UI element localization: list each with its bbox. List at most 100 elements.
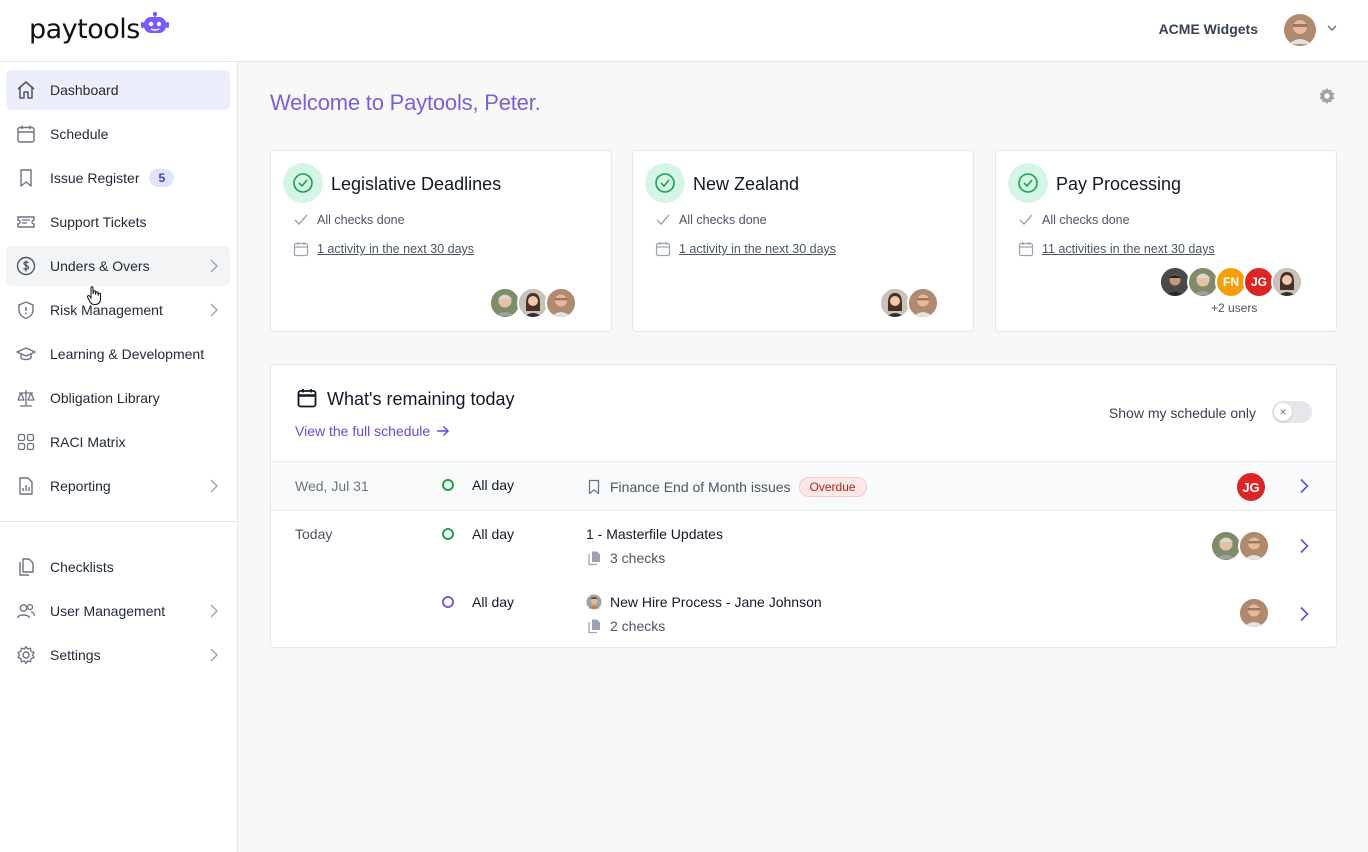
row-title-text: 1 - Masterfile Updates (586, 526, 723, 542)
sidebar-item-raci-matrix[interactable]: RACI Matrix (6, 422, 230, 462)
sidebar-item-label: User Management (50, 603, 166, 619)
check-circle-icon (1008, 163, 1048, 203)
row-title[interactable]: 1 - Masterfile Updates (586, 526, 723, 542)
avatar (1271, 266, 1303, 298)
card-status: All checks done (1018, 213, 1130, 227)
issue-count-badge: 5 (149, 169, 175, 187)
card-title: Pay Processing (1056, 174, 1182, 194)
chevron-right-icon[interactable] (1298, 606, 1310, 622)
view-full-schedule-link[interactable]: View the full schedule (295, 423, 450, 439)
card-new-zealand[interactable]: New Zealand All checks done 1 activity i… (632, 150, 974, 332)
dollar-circle-icon (16, 256, 36, 276)
activity-link[interactable]: 11 activities in the next 30 days (1042, 242, 1215, 256)
row-title-text: Finance End of Month issues (610, 479, 791, 495)
robot-logo-icon (141, 11, 169, 33)
sidebar: Dashboard Schedule Issue Register 5 Supp… (0, 62, 238, 852)
avatar-initials: JG (1235, 471, 1267, 503)
status-text: All checks done (317, 213, 405, 227)
chevron-right-icon (210, 648, 218, 662)
sidebar-item-label: Learning & Development (50, 346, 205, 362)
sidebar-item-user-management[interactable]: User Management (6, 591, 230, 631)
card-title: New Zealand (693, 174, 800, 194)
bookmark-icon (588, 479, 600, 495)
sidebar-item-schedule[interactable]: Schedule (6, 114, 230, 154)
paytools-logo[interactable]: paytools (29, 11, 169, 45)
extra-users-count[interactable]: +2 users (1211, 301, 1257, 315)
sidebar-item-obligation-library[interactable]: Obligation Library (6, 378, 230, 418)
top-bar: paytools ACME Widgets (0, 0, 1368, 62)
scales-icon (16, 388, 36, 408)
assignee-avatars (489, 287, 577, 319)
status-text: All checks done (679, 213, 767, 227)
chevron-right-icon[interactable] (1298, 478, 1310, 494)
card-pay-processing[interactable]: Pay Processing All checks done 11 activi… (995, 150, 1337, 332)
sidebar-item-learning-development[interactable]: Learning & Development (6, 334, 230, 374)
ticket-icon (16, 212, 36, 232)
sidebar-item-reporting[interactable]: Reporting (6, 466, 230, 506)
chevron-right-icon[interactable] (1298, 538, 1310, 554)
status-dot (442, 479, 454, 491)
sidebar-item-dashboard[interactable]: Dashboard (6, 70, 230, 110)
checkmark-icon (1019, 214, 1033, 226)
sidebar-item-label: Dashboard (50, 82, 119, 98)
arrow-right-icon (437, 425, 450, 437)
link-label: View the full schedule (295, 423, 431, 439)
documents-icon (588, 619, 600, 634)
hand-cursor-icon (86, 286, 101, 305)
sidebar-item-label: Unders & Overs (50, 258, 150, 274)
sidebar-item-label: Obligation Library (50, 390, 160, 406)
card-activity: 1 activity in the next 30 days (293, 241, 474, 257)
chevron-right-icon (210, 303, 218, 317)
check-circle-icon (645, 163, 685, 203)
card-title: Legislative Deadlines (331, 174, 502, 194)
sidebar-item-label: Support Tickets (50, 214, 147, 230)
toggle-label: Show my schedule only (1108, 405, 1256, 421)
row-checks: 3 checks (586, 550, 665, 566)
my-schedule-toggle[interactable]: ✕ (1272, 401, 1312, 423)
calendar-icon (297, 389, 317, 408)
card-legislative-deadlines[interactable]: Legislative Deadlines All checks done 1 … (270, 150, 612, 332)
card-status: All checks done (293, 213, 405, 227)
card-activity: 1 activity in the next 30 days (655, 241, 836, 257)
row-date: Wed, Jul 31 (295, 478, 369, 494)
sidebar-item-support-tickets[interactable]: Support Tickets (6, 202, 230, 242)
documents-icon (16, 557, 36, 577)
sidebar-item-label: Settings (50, 647, 101, 663)
row-time: All day (472, 526, 515, 542)
avatar (907, 287, 939, 319)
activity-link[interactable]: 1 activity in the next 30 days (317, 242, 474, 256)
documents-icon (588, 551, 600, 566)
calendar-icon (655, 242, 671, 257)
chevron-down-icon[interactable] (1326, 22, 1338, 34)
avatar (545, 287, 577, 319)
status-dot (442, 596, 454, 608)
remaining-today-panel: What's remaining today View the full sch… (270, 364, 1337, 648)
sidebar-item-issue-register[interactable]: Issue Register 5 (6, 158, 230, 198)
row-title[interactable]: New Hire Process - Jane Johnson (586, 594, 822, 610)
sidebar-item-risk-management[interactable]: Risk Management (6, 290, 230, 330)
settings-gear-icon[interactable] (1318, 87, 1336, 105)
main-content: Welcome to Paytools, Peter. Legislative … (238, 62, 1368, 852)
remaining-title: What's remaining today (327, 389, 515, 409)
chevron-right-icon (210, 259, 218, 273)
gear-icon (16, 645, 36, 665)
card-status: All checks done (655, 213, 767, 227)
chevron-right-icon (210, 604, 218, 618)
sidebar-item-checklists[interactable]: Checklists (6, 547, 230, 587)
user-avatar[interactable] (1284, 14, 1316, 51)
sidebar-item-settings[interactable]: Settings (6, 635, 230, 675)
graduation-cap-icon (16, 344, 36, 364)
organization-name[interactable]: ACME Widgets (1159, 21, 1258, 37)
avatar (1238, 530, 1270, 562)
row-title-text: New Hire Process - Jane Johnson (610, 594, 822, 610)
overdue-badge: Overdue (798, 477, 867, 497)
calendar-icon (1018, 242, 1034, 257)
activity-link[interactable]: 1 activity in the next 30 days (679, 242, 836, 256)
calendar-icon (293, 242, 309, 257)
sidebar-divider (0, 521, 237, 522)
sidebar-item-label: Issue Register (50, 170, 140, 186)
row-checks: 2 checks (586, 618, 665, 634)
sidebar-item-unders-overs[interactable]: Unders & Overs (6, 246, 230, 286)
close-icon: ✕ (1274, 403, 1292, 421)
row-title[interactable]: Finance End of Month issues Overdue (586, 477, 867, 497)
